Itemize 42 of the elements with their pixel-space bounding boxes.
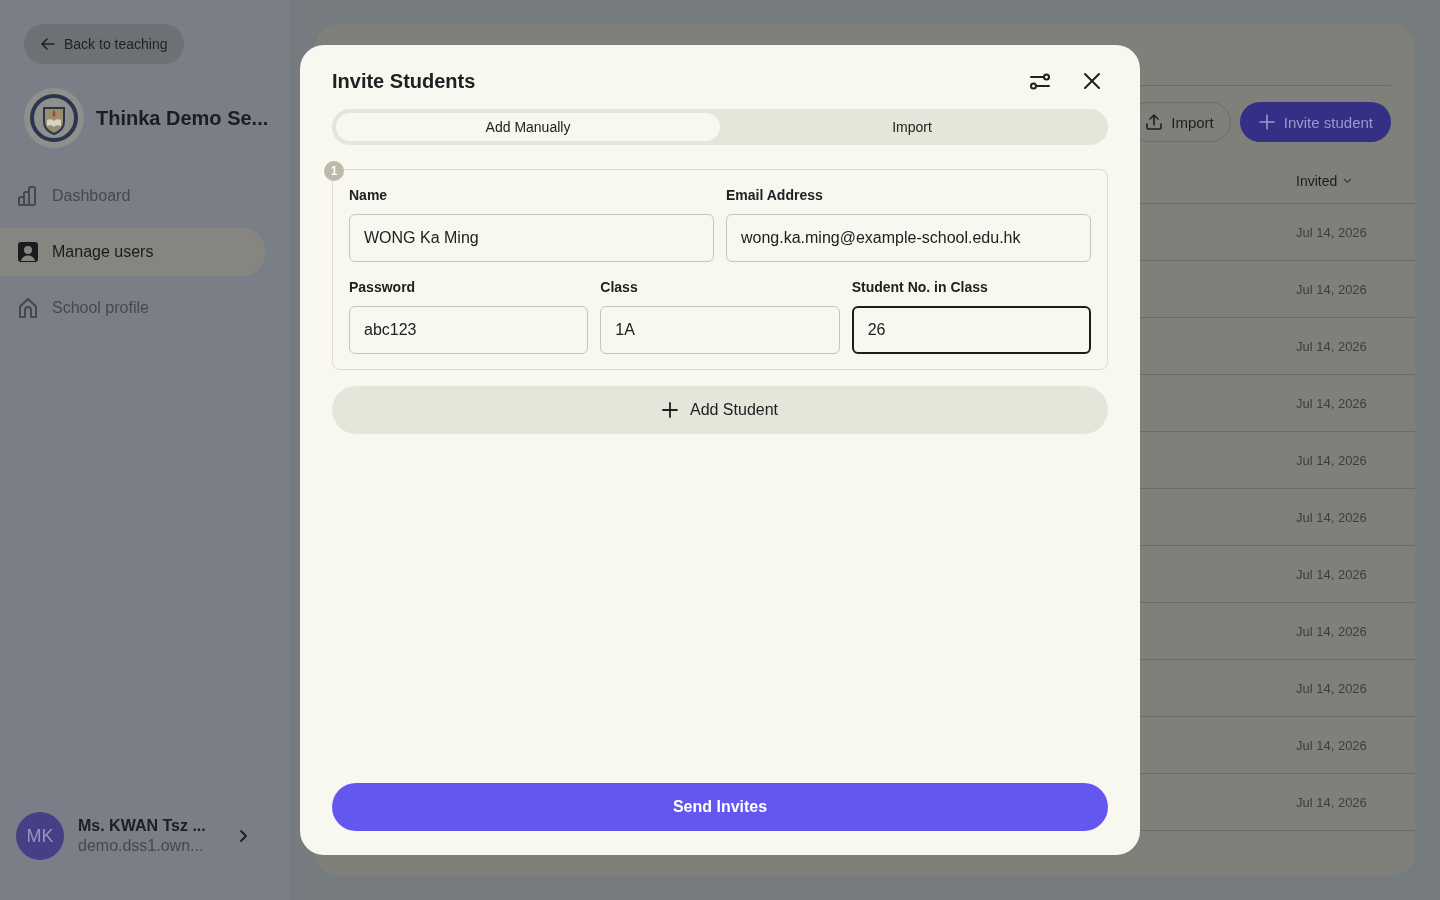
column-header[interactable]: Invited — [1296, 173, 1415, 189]
date-cell-text: Jul 14, 2026 — [1296, 509, 1368, 525]
field-label: Password — [349, 278, 417, 296]
date-cell-text: Jul 14, 2026 — [1296, 338, 1368, 354]
date-cell-text: Jul 14, 2026 — [1296, 623, 1368, 639]
dialog-title: Invite Students — [332, 69, 477, 93]
nav-item[interactable]: Manage users — [0, 228, 266, 276]
input-field[interactable]: wong.ka.ming@example-school.edu.hk — [726, 214, 1091, 262]
tab[interactable]: Add Manually — [336, 113, 720, 141]
field-label: Name — [349, 186, 389, 204]
date-cell-text: Jul 14, 2026 — [1296, 452, 1368, 468]
arrow-left-icon — [40, 36, 56, 52]
user-email: demo.dss1.own... — [78, 837, 205, 855]
field-label: Email Address — [726, 186, 824, 204]
invite-student-button[interactable]: Invite student — [1239, 102, 1391, 142]
date-cell-text: Jul 14, 2026 — [1296, 794, 1368, 810]
plus-icon — [1257, 113, 1276, 131]
input-field[interactable]: 1A — [600, 306, 840, 354]
input-field[interactable]: 26 — [851, 306, 1091, 354]
send-invites-button[interactable]: Send Invites — [332, 783, 1108, 831]
upload-icon — [1145, 113, 1164, 131]
school-name: Thinka Demo Se... — [96, 106, 269, 130]
date-cell-text: Jul 14, 2026 — [1296, 737, 1368, 753]
date-cell-text: Jul 14, 2026 — [1296, 395, 1368, 411]
user-avatar: MK — [16, 812, 64, 860]
add-student-button[interactable]: Add Student — [332, 386, 1108, 434]
date-cell-text: Jul 14, 2026 — [1296, 281, 1368, 297]
home-icon — [16, 296, 40, 320]
user-name: Ms. KWAN Tsz ... — [78, 817, 207, 835]
date-cell-text: Jul 14, 2026 — [1296, 224, 1368, 240]
date-cell-text: Jul 14, 2026 — [1296, 566, 1368, 582]
date-cell-text: Jul 14, 2026 — [1296, 680, 1368, 696]
number-badge: 1 — [324, 161, 344, 181]
input-field[interactable]: WONG Ka Ming — [349, 214, 714, 262]
tab[interactable]: Import — [720, 113, 1104, 141]
plus-icon — [661, 402, 678, 418]
input-field[interactable]: abc123 — [349, 306, 589, 354]
close-icon — [1081, 70, 1103, 92]
field-label: Student No. in Class — [851, 278, 989, 296]
field-label: Class — [600, 278, 639, 296]
crest-icon — [24, 88, 84, 148]
person-icon — [16, 240, 40, 264]
